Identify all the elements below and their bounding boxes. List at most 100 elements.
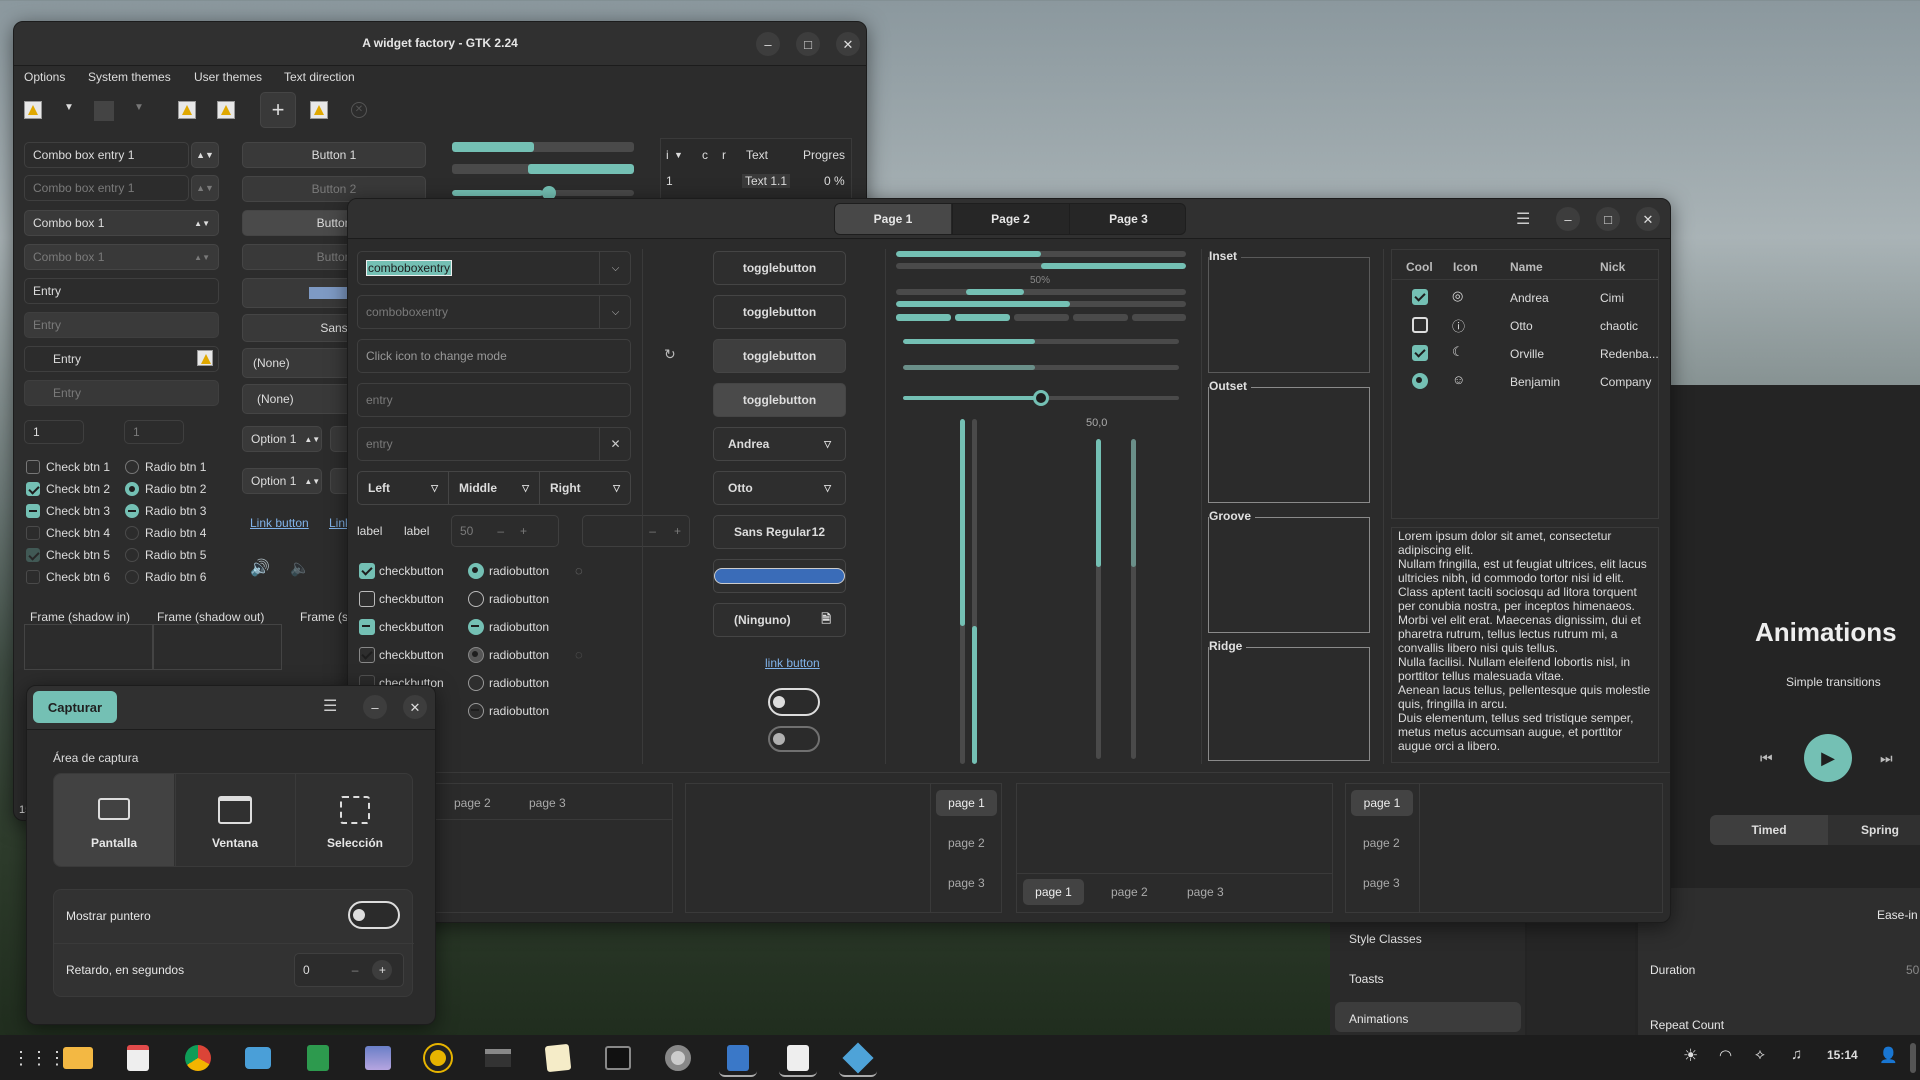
vertical-scale-2[interactable]	[972, 419, 977, 764]
togglebutton-3[interactable]: togglebutton	[713, 339, 846, 373]
switch-2[interactable]	[768, 726, 820, 752]
mode-screen[interactable]: Pantalla	[54, 774, 174, 866]
togglebutton-2[interactable]: togglebutton	[713, 295, 846, 329]
next-icon[interactable]: ⏭	[1880, 750, 1893, 767]
workspace-indicator[interactable]	[1910, 1043, 1916, 1073]
warning-icon[interactable]	[24, 101, 42, 119]
sidebar-item-toasts[interactable]: Toasts	[1349, 972, 1384, 986]
button-1[interactable]: Button 1	[242, 142, 426, 168]
maximize-button[interactable]: □	[796, 32, 820, 56]
menu-icon[interactable]: ☰	[1516, 209, 1530, 229]
widget-factory-app-icon[interactable]	[719, 1039, 757, 1077]
tab-page-1[interactable]: Page 1	[835, 204, 951, 234]
warning-icon[interactable]	[310, 101, 328, 119]
notebook-tab-page-2[interactable]: page 2	[1111, 885, 1148, 899]
minimize-button[interactable]: –	[363, 695, 387, 719]
menu-user-themes[interactable]: User themes	[194, 70, 262, 84]
file-chooser-button[interactable]: (Ninguno) 🗎	[713, 603, 846, 637]
settings-app-icon[interactable]	[659, 1039, 697, 1077]
sheets-app-icon[interactable]	[299, 1039, 337, 1077]
color-button[interactable]	[713, 559, 846, 593]
vertical-scale-1[interactable]	[960, 419, 965, 764]
close-button[interactable]: ✕	[403, 695, 427, 719]
option-menu-2[interactable]: Option 1 ▲▼	[242, 468, 322, 494]
menu-options[interactable]: Options	[24, 70, 65, 84]
warning-icon[interactable]	[217, 101, 235, 119]
text-editor-app-icon[interactable]	[779, 1039, 817, 1077]
checkbutton-3[interactable]	[359, 619, 375, 635]
camera-app-icon[interactable]	[239, 1039, 277, 1077]
radio-button-3[interactable]	[125, 504, 139, 518]
brightness-icon[interactable]: ☀	[1683, 1046, 1698, 1066]
switch-1[interactable]	[768, 688, 820, 716]
minimize-button[interactable]: –	[1556, 207, 1580, 231]
radio-button-1[interactable]	[125, 460, 139, 474]
radiobutton-1[interactable]	[468, 563, 484, 579]
align-left-dropdown[interactable]: Left ▽	[357, 471, 449, 505]
notebook-tab-page-2[interactable]: page 2	[948, 836, 985, 850]
menu-text-direction[interactable]: Text direction	[284, 70, 355, 84]
capture-button[interactable]: Capturar	[33, 691, 117, 723]
software-app-icon[interactable]	[119, 1039, 157, 1077]
align-middle-dropdown[interactable]: Middle ▽	[448, 471, 540, 505]
list-row-check[interactable]	[1412, 289, 1428, 305]
list-col-icon[interactable]: Icon	[1453, 260, 1478, 274]
tab-timed[interactable]: Timed	[1710, 815, 1828, 845]
notebook-tab-page-3[interactable]: page 3	[529, 796, 566, 810]
image-viewer-app-icon[interactable]	[359, 1039, 397, 1077]
chrome-app-icon[interactable]	[179, 1039, 217, 1077]
warning-icon[interactable]	[178, 101, 196, 119]
sidebar-item-animations[interactable]: Animations	[1335, 1002, 1521, 1032]
vertical-scale-3[interactable]	[1096, 439, 1101, 759]
align-right-dropdown[interactable]: Right ▽	[539, 471, 631, 505]
list-col-name[interactable]: Name	[1510, 260, 1543, 274]
dropdown-arrow-icon[interactable]: ▼	[134, 102, 144, 113]
notebook-tab-page-2[interactable]: page 2	[1363, 836, 1400, 850]
volume-icon[interactable]: 🔊	[250, 558, 270, 578]
plus-icon[interactable]: +	[372, 960, 393, 980]
list-row-radio[interactable]	[1412, 373, 1428, 389]
tree-col-text[interactable]: Text	[746, 148, 768, 162]
play-button[interactable]: ▶	[1804, 734, 1852, 782]
duration-value[interactable]: 50	[1906, 963, 1919, 977]
menu-icon[interactable]: ☰	[323, 696, 337, 716]
notebook-tab-page-1[interactable]: page 1	[1023, 879, 1084, 905]
tree-col-i[interactable]: i	[666, 148, 669, 162]
add-icon[interactable]: +	[260, 92, 296, 128]
scale-handle[interactable]	[1033, 390, 1049, 406]
chevron-down-icon[interactable]: ⌵	[599, 295, 631, 329]
togglebutton-1[interactable]: togglebutton	[713, 251, 846, 285]
music-app-icon[interactable]	[419, 1039, 457, 1077]
minus-icon[interactable]: –	[352, 963, 359, 977]
refresh-icon[interactable]: ↻	[664, 346, 676, 363]
dropdown-arrow-icon[interactable]: ▼	[64, 102, 74, 113]
toolbar-item-icon[interactable]	[94, 101, 114, 121]
cancel-icon[interactable]: ✕	[351, 102, 367, 118]
screenshot-headerbar[interactable]: Capturar ☰ – ✕	[27, 686, 435, 730]
combo-box[interactable]: Combo box 1 ▲▼	[24, 210, 219, 236]
tab-page-2[interactable]: Page 2	[952, 204, 1068, 234]
icon-entry[interactable]: Click icon to change mode	[357, 339, 631, 373]
entry-field[interactable]: Entry	[24, 278, 219, 304]
radiobutton-3[interactable]	[468, 619, 484, 635]
list-row-check[interactable]	[1412, 345, 1428, 361]
close-button[interactable]: ✕	[1636, 207, 1660, 231]
power-profile-icon[interactable]: ⟡	[1755, 1046, 1765, 1063]
tree-col-r[interactable]: r	[722, 148, 726, 162]
entry-with-icons[interactable]: Entry	[24, 346, 219, 372]
warning-icon[interactable]	[197, 350, 213, 366]
files-app-icon[interactable]	[59, 1039, 97, 1077]
checkbutton-2[interactable]	[359, 591, 375, 607]
minimize-button[interactable]: –	[756, 32, 780, 56]
menu-system-themes[interactable]: System themes	[88, 70, 171, 84]
app-grid-icon[interactable]: ⋮⋮⋮	[12, 1047, 66, 1069]
music-note-icon[interactable]: ♫	[1791, 1046, 1802, 1063]
sidebar-item-style-classes[interactable]: Style Classes	[1349, 932, 1422, 946]
tree-col-progress[interactable]: Progres	[803, 148, 845, 162]
easing-value[interactable]: Ease-in	[1877, 908, 1918, 922]
radio-button-2[interactable]	[125, 482, 139, 496]
notebook-tab-page-3[interactable]: page 3	[1363, 876, 1400, 890]
delay-spin-button[interactable]: 0 – +	[294, 953, 404, 987]
previous-icon[interactable]: ⏮	[1760, 750, 1773, 767]
notebook-tab-page-3[interactable]: page 3	[948, 876, 985, 890]
